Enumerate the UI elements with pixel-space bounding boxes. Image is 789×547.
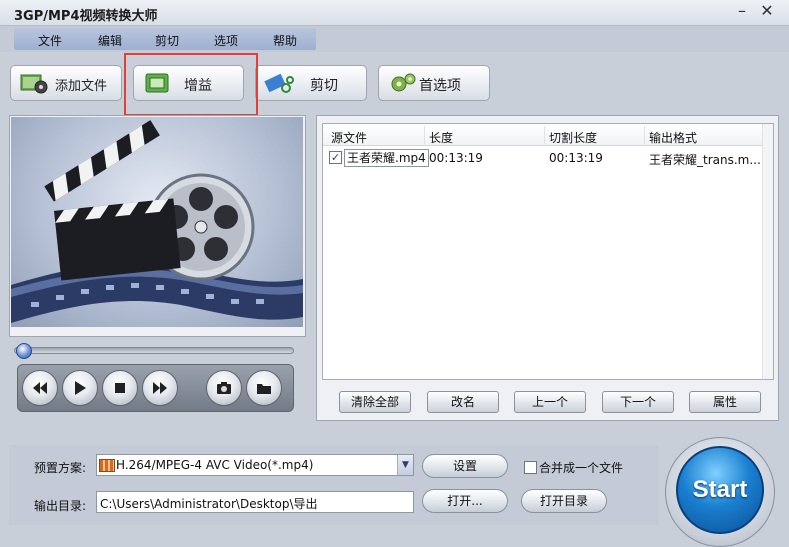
rewind-icon (31, 379, 49, 397)
camera-icon (215, 379, 233, 397)
play-button[interactable] (62, 370, 98, 406)
preferences-label: 首选项 (419, 75, 461, 95)
file-list-header: 源文件 长度 切割长度 输出格式 (323, 124, 763, 146)
column-cut-length[interactable]: 切割长度 (549, 129, 597, 146)
title-bar: 3GP/MP4视频转换大师 – ✕ (0, 0, 789, 26)
column-output-format[interactable]: 输出格式 (649, 129, 697, 146)
open-folder-button[interactable] (246, 370, 282, 406)
preset-select[interactable]: H.264/MPEG-4 AVC Video(*.mp4) ▼ (96, 454, 414, 476)
output-dir-label: 输出目录: (34, 497, 86, 514)
menu-options[interactable]: 选项 (214, 32, 238, 49)
preferences-button[interactable]: 首选项 (378, 65, 490, 101)
fast-forward-icon (151, 379, 169, 397)
cell-cut-length: 00:13:19 (549, 151, 603, 165)
rewind-button[interactable] (22, 370, 58, 406)
start-button[interactable]: Start (676, 446, 764, 534)
previous-button[interactable]: 上一个 (514, 391, 586, 413)
cut-button[interactable]: 剪切 (255, 65, 367, 101)
cell-output-format: 王者荣耀_trans.m... (649, 151, 761, 168)
properties-button[interactable]: 属性 (689, 391, 761, 413)
column-source[interactable]: 源文件 (331, 129, 367, 146)
preset-label: 预置方案: (34, 459, 86, 476)
window-title: 3GP/MP4视频转换大师 (14, 5, 158, 24)
preview-image (11, 117, 303, 327)
next-button[interactable]: 下一个 (602, 391, 674, 413)
highlight-annotation (124, 53, 258, 116)
folder-icon (255, 379, 273, 397)
fast-forward-button[interactable] (142, 370, 178, 406)
merge-label: 合并成一个文件 (539, 459, 623, 476)
menu-edit[interactable]: 编辑 (98, 32, 122, 49)
menu-file[interactable]: 文件 (38, 32, 62, 49)
column-divider (544, 126, 545, 144)
column-length[interactable]: 长度 (429, 129, 453, 146)
merge-checkbox[interactable] (524, 461, 537, 474)
video-file-icon (99, 459, 115, 472)
add-file-label: 添加文件 (55, 75, 107, 94)
cell-length: 00:13:19 (429, 151, 483, 165)
output-path-field[interactable]: C:\Users\Administrator\Desktop\导出 (96, 491, 414, 513)
play-icon (71, 379, 89, 397)
open-button[interactable]: 打开... (422, 489, 508, 513)
chevron-down-icon[interactable]: ▼ (397, 455, 413, 475)
table-row[interactable]: ✓ 王者荣耀.mp4 00:13:19 00:13:19 王者荣耀_trans.… (323, 148, 763, 168)
menu-bar-strip: 文件 编辑 剪切 选项 帮助 (14, 28, 316, 50)
menu-cut[interactable]: 剪切 (155, 32, 179, 49)
rename-button[interactable]: 改名 (427, 391, 499, 413)
add-file-icon (19, 71, 49, 95)
minimize-button[interactable]: – (731, 1, 753, 21)
cell-source: 王者荣耀.mp4 (344, 149, 429, 167)
seek-slider-track[interactable] (14, 347, 294, 354)
cut-icon (264, 71, 294, 95)
movie-clapper-illustration (11, 117, 303, 327)
column-divider (424, 126, 425, 144)
preferences-icon (387, 71, 417, 95)
preset-value: H.264/MPEG-4 AVC Video(*.mp4) (116, 458, 313, 472)
menu-help[interactable]: 帮助 (273, 32, 297, 49)
vertical-scrollbar[interactable] (762, 124, 773, 379)
cut-label: 剪切 (310, 75, 338, 95)
seek-slider-knob[interactable] (16, 343, 32, 359)
file-list[interactable]: 源文件 长度 切割长度 输出格式 ✓ 王者荣耀.mp4 00:13:19 00:… (322, 123, 774, 380)
open-directory-button[interactable]: 打开目录 (521, 489, 607, 513)
menu-bar: 文件 编辑 剪切 选项 帮助 (0, 26, 789, 52)
settings-button[interactable]: 设置 (422, 454, 508, 478)
snapshot-button[interactable] (206, 370, 242, 406)
column-divider (644, 126, 645, 144)
row-checkbox[interactable]: ✓ (329, 151, 342, 164)
clear-all-button[interactable]: 清除全部 (339, 391, 411, 413)
close-button[interactable]: ✕ (756, 1, 778, 21)
stop-button[interactable] (102, 370, 138, 406)
add-file-button[interactable]: 添加文件 (10, 65, 122, 101)
stop-icon (111, 379, 129, 397)
